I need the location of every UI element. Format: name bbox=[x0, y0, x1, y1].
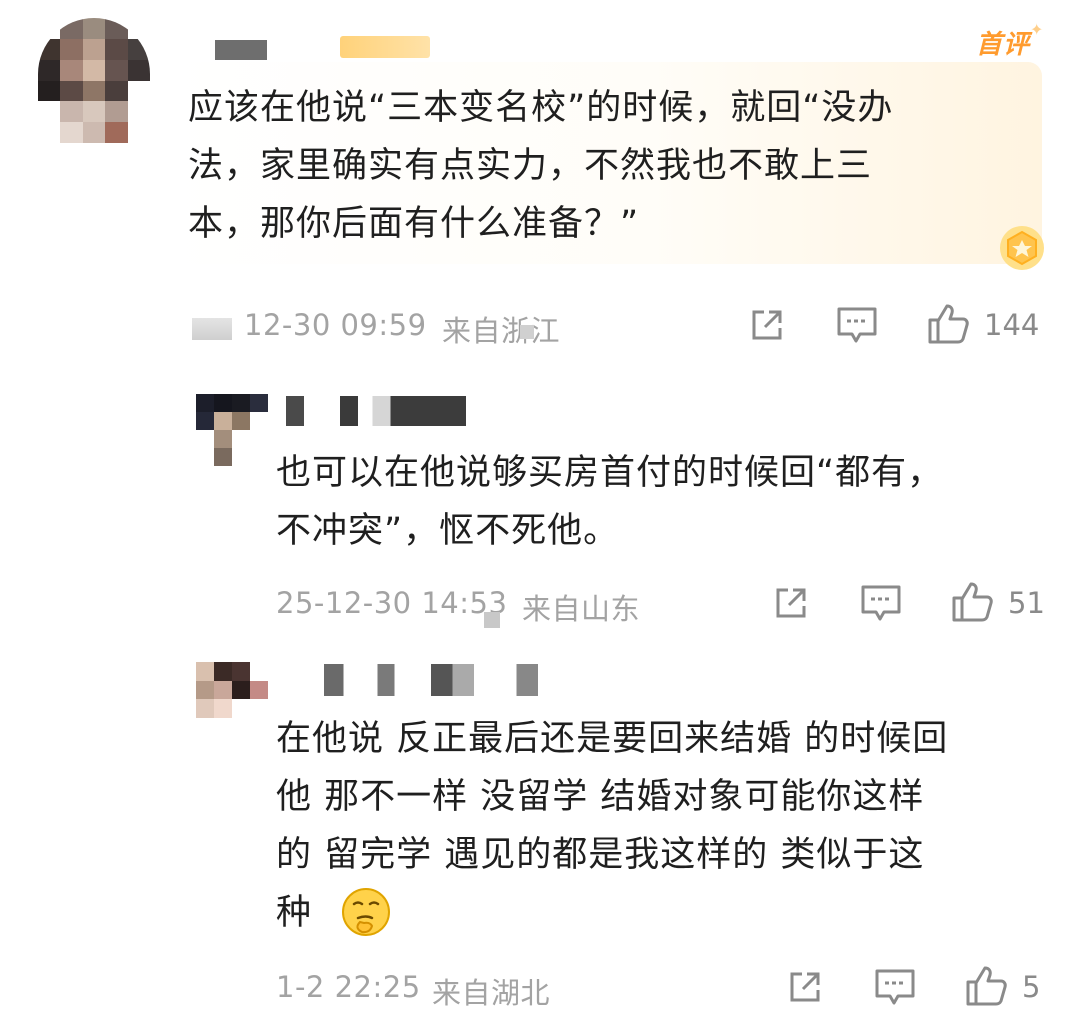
share-icon[interactable] bbox=[772, 584, 810, 622]
mosaic-fragment bbox=[484, 612, 500, 628]
comment-time: 1-2 22:25 bbox=[276, 970, 421, 1004]
mosaic-fragment bbox=[520, 325, 534, 339]
share-icon[interactable] bbox=[786, 968, 824, 1006]
like-count: 144 bbox=[984, 308, 1040, 342]
thumbs-up-icon[interactable] bbox=[964, 964, 1008, 1008]
thumbs-up-icon[interactable] bbox=[950, 580, 994, 624]
like-count: 51 bbox=[1008, 586, 1045, 620]
avatar[interactable] bbox=[196, 662, 268, 718]
like-count: 5 bbox=[1022, 970, 1041, 1004]
username-redacted[interactable] bbox=[215, 40, 267, 60]
reply-icon[interactable] bbox=[836, 306, 878, 346]
share-icon[interactable] bbox=[748, 306, 786, 344]
username-redacted[interactable] bbox=[324, 664, 538, 696]
comment-time: 25-12-30 14:53 bbox=[276, 586, 508, 620]
comment-location: 来自浙江 bbox=[442, 314, 561, 348]
comment-time: 12-30 09:59 bbox=[244, 308, 427, 342]
first-comment-badge: 首评 bbox=[976, 30, 1031, 60]
username-redacted[interactable] bbox=[286, 396, 466, 426]
reply-icon[interactable] bbox=[860, 584, 902, 624]
reply-icon[interactable] bbox=[874, 968, 916, 1008]
timestamp-redacted bbox=[192, 318, 232, 340]
avatar[interactable] bbox=[38, 18, 150, 143]
avatar[interactable] bbox=[196, 394, 268, 466]
thumbs-up-icon[interactable] bbox=[926, 302, 970, 346]
thinking-face-emoji bbox=[342, 888, 390, 936]
comment-text: 应该在他说“三本变名校”的时候，就回“没办 法，家里确实有点实力，不然我也不敢上… bbox=[188, 88, 894, 244]
medal-icon bbox=[1000, 226, 1044, 270]
comment-text: 也可以在他说够买房首付的时候回“都有， 不冲突”，怄不死他。 bbox=[276, 453, 944, 551]
sparkle-icon: ✦ bbox=[1030, 20, 1044, 39]
comment-location: 来自湖北 bbox=[432, 976, 551, 1010]
user-level-badge bbox=[340, 36, 430, 58]
comment-location: 来自山东 bbox=[522, 592, 641, 626]
